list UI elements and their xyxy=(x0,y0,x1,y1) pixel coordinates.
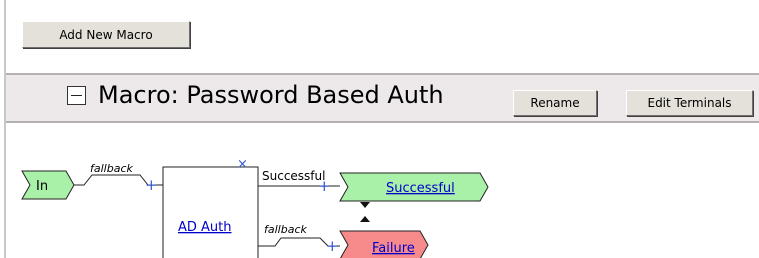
ad-auth-node: AD Auth × xyxy=(162,157,259,258)
successful-terminal-link[interactable]: Successful xyxy=(386,181,455,196)
move-down-icon[interactable] xyxy=(360,202,370,208)
collapse-icon[interactable] xyxy=(67,86,86,105)
successful-terminal[interactable]: Successful xyxy=(339,172,489,202)
fallback-branch-label: fallback xyxy=(264,223,307,236)
failure-terminal-link[interactable]: Failure xyxy=(372,241,415,256)
success-branch-add-icon[interactable]: + xyxy=(318,177,331,195)
in-branch-label: fallback xyxy=(90,162,133,175)
in-branch-add-icon[interactable]: + xyxy=(145,176,158,194)
in-terminal-label: In xyxy=(36,179,48,194)
remove-node-icon[interactable]: × xyxy=(237,157,248,172)
move-up-icon[interactable] xyxy=(360,216,370,222)
fallback-branch-add-icon[interactable]: + xyxy=(326,237,339,255)
in-terminal[interactable]: In xyxy=(21,170,75,200)
success-branch-label: Successful xyxy=(262,169,325,183)
macro-title: Macro: Password Based Auth xyxy=(98,81,444,109)
rename-button[interactable]: Rename xyxy=(513,90,597,116)
ad-auth-link[interactable]: AD Auth xyxy=(178,220,232,235)
failure-terminal[interactable]: Failure xyxy=(339,230,429,258)
add-new-macro-button[interactable]: Add New Macro xyxy=(22,21,190,48)
edit-terminals-button[interactable]: Edit Terminals xyxy=(626,90,753,116)
macro-flow-diagram: In fallback + AD Auth × Successful + Suc… xyxy=(21,157,489,258)
